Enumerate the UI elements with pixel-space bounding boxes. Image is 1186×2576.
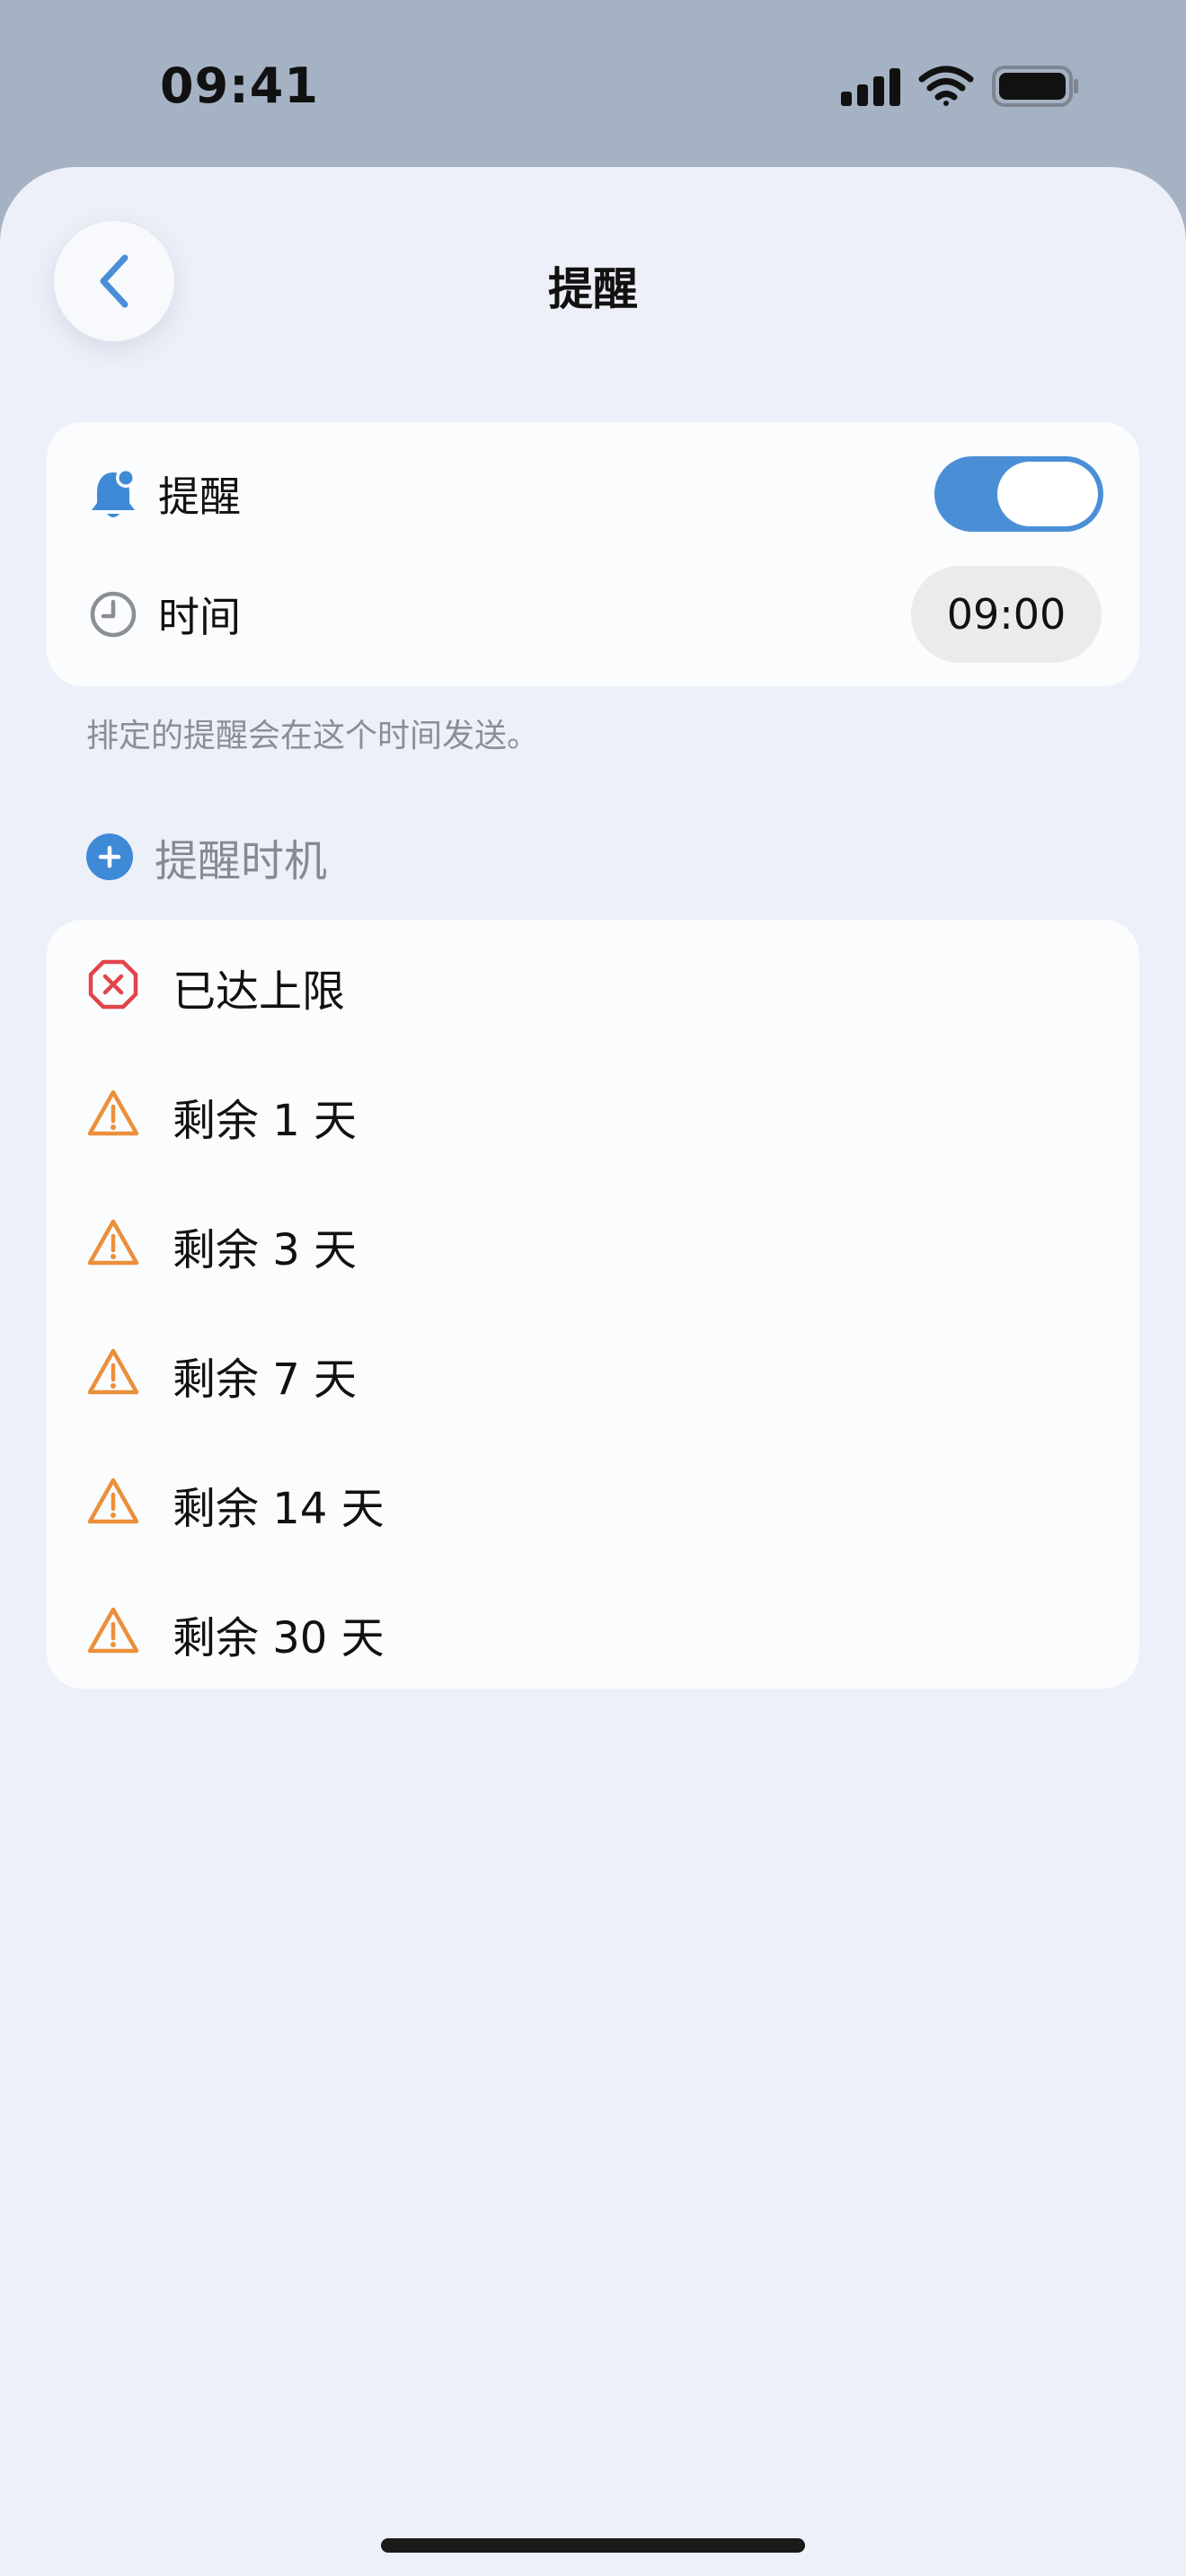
battery-icon <box>992 66 1078 107</box>
list-item-label: 剩余 1 天 <box>173 1096 358 1146</box>
timing-list-card: 已达上限 剩余 1 天 剩余 3 天 剩余 7 天 剩余 14 天 剩余 30 … <box>47 920 1139 1689</box>
list-item-label: 剩余 7 天 <box>173 1354 358 1405</box>
x-octagon-icon <box>88 959 138 1010</box>
add-timing-button[interactable] <box>86 834 133 880</box>
reminder-label: 提醒 <box>158 472 241 521</box>
bell-badge-icon <box>86 467 140 521</box>
list-item[interactable]: 剩余 1 天 <box>47 1049 1139 1178</box>
wifi-icon <box>918 66 974 106</box>
cellular-signal-icon <box>841 68 900 106</box>
settings-sheet: 提醒 提醒 时间 09:00 排定的提醒会在这个时间发送。 提醒时机 已达上限 … <box>0 167 1186 2576</box>
list-item-label: 已达上限 <box>173 966 346 1017</box>
section-title: 提醒时机 <box>155 836 328 887</box>
clock-icon <box>86 587 140 641</box>
list-item[interactable]: 剩余 7 天 <box>47 1308 1139 1437</box>
home-indicator[interactable] <box>381 2538 805 2553</box>
list-item[interactable]: 剩余 30 天 <box>47 1566 1139 1696</box>
list-item[interactable]: 剩余 14 天 <box>47 1437 1139 1566</box>
list-item-label: 剩余 3 天 <box>173 1225 358 1275</box>
settings-footnote: 排定的提醒会在这个时间发送。 <box>86 718 540 754</box>
reminder-toggle-row: 提醒 <box>47 440 1139 548</box>
time-label: 时间 <box>158 593 241 641</box>
toggle-knob <box>997 462 1098 526</box>
status-time: 09:41 <box>160 57 319 114</box>
status-icons <box>841 66 1078 107</box>
plus-icon <box>98 845 121 869</box>
list-item[interactable]: 已达上限 <box>47 920 1139 1049</box>
warning-triangle-icon <box>87 1219 139 1266</box>
warning-triangle-icon <box>87 1607 139 1654</box>
time-picker-button[interactable]: 09:00 <box>911 566 1102 663</box>
warning-triangle-icon <box>87 1478 139 1524</box>
timing-section-header: 提醒时机 <box>86 830 327 887</box>
reminder-settings-card: 提醒 时间 09:00 <box>47 422 1139 686</box>
list-item[interactable]: 剩余 3 天 <box>47 1178 1139 1308</box>
list-item-label: 剩余 30 天 <box>173 1613 385 1663</box>
status-bar: 09:41 <box>0 0 1186 167</box>
warning-triangle-icon <box>87 1090 139 1136</box>
reminder-toggle[interactable] <box>934 456 1103 532</box>
list-item-label: 剩余 14 天 <box>173 1484 385 1534</box>
time-row: 时间 09:00 <box>47 560 1139 668</box>
warning-triangle-icon <box>87 1348 139 1395</box>
page-title: 提醒 <box>548 263 638 315</box>
